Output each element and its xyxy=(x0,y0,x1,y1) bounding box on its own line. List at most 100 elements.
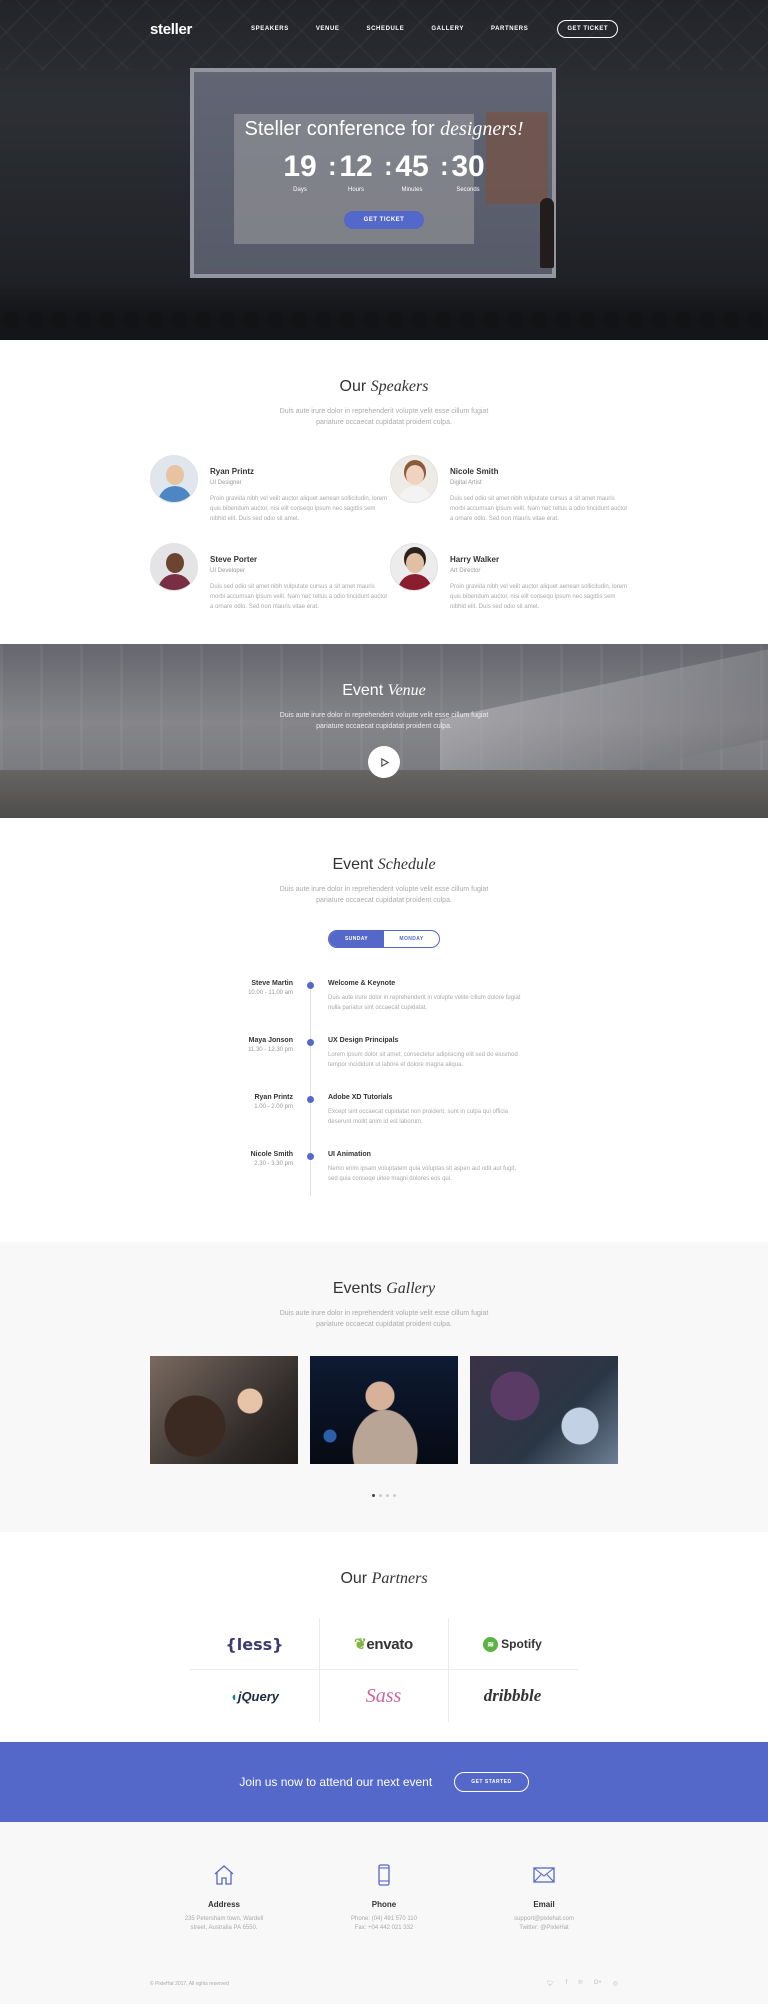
schedule-title-emphasis: Schedule xyxy=(377,856,436,873)
partner-logo-envato[interactable]: ❦envato xyxy=(319,1618,448,1670)
nav-get-ticket-button[interactable]: GET TICKET xyxy=(557,20,618,38)
countdown-minutes-label: Minutes xyxy=(401,187,423,193)
instagram-icon[interactable]: ◎ xyxy=(613,1980,618,1987)
footer-email: Email support@pixlehat.com Twitter: @Pixl… xyxy=(474,1860,614,1933)
hero-title: Steller conference for designers! xyxy=(0,118,768,141)
schedule-speaker: Ryan Printz 1.00 - 2.00 pm xyxy=(254,1094,293,1110)
pagination-dot[interactable] xyxy=(379,1494,382,1497)
nav-link-schedule[interactable]: SCHEDULE xyxy=(367,26,405,32)
schedule-session: UI Animation Nemo enim ipsam voluptatem … xyxy=(328,1151,523,1184)
envato-logo-text: envato xyxy=(366,1636,413,1653)
schedule-speaker: Steve Martin 10.00 - 11.00 am xyxy=(248,980,293,996)
cta-banner: Join us now to attend our next event GET… xyxy=(0,1742,768,1822)
footer-address-title: Address xyxy=(207,1900,240,1909)
pagination-dot[interactable] xyxy=(393,1494,396,1497)
avatar-body xyxy=(398,486,432,502)
nav-link-gallery[interactable]: GALLERY xyxy=(431,26,464,32)
schedule-desc-line1: Duis aute irure dolor in reprehenderit v… xyxy=(279,886,489,893)
tab-monday[interactable]: MONDAY xyxy=(384,931,439,947)
speaker-bio: Duis sed odio sit amet nibh vulputate cu… xyxy=(450,496,628,522)
twitter-icon[interactable]: 🐦︎ xyxy=(547,1980,555,1987)
schedule-title-text: Event xyxy=(332,856,378,873)
mail-icon xyxy=(529,1860,559,1890)
footer-phone-text: Phone: (04) 491 570 110 Fax: +04 442 021 … xyxy=(314,1915,454,1933)
jquery-logo: ◖jQuery xyxy=(230,1689,279,1704)
schedule-session: Adobe XD Tutorials Except sint occaecat … xyxy=(328,1094,523,1127)
nav-link-venue[interactable]: VENUE xyxy=(316,26,340,32)
speaker-card[interactable]: Steve Porter UI Developer Duis sed odio … xyxy=(150,543,390,612)
gallery-title: Events Gallery xyxy=(0,1280,768,1298)
play-video-button[interactable] xyxy=(368,746,400,778)
speaker-bio: Duis sed odio sit amet nibh vulputate cu… xyxy=(210,584,388,610)
avatar-head xyxy=(166,553,184,573)
speaker-bio: Proin gravida nibh vel velit auctor aliq… xyxy=(210,496,388,522)
schedule-speaker-name: Steve Martin xyxy=(251,980,293,987)
schedule-session-text: Nemo enim ipsam voluptatem quia voluptas… xyxy=(328,1166,517,1182)
timeline-dot xyxy=(307,1153,314,1160)
cta-text: Join us now to attend our next event xyxy=(239,1775,433,1789)
schedule-item: Maya Jonson 11.30 - 12.30 pm UX Design P… xyxy=(0,1037,768,1087)
envato-leaf-icon: ❦ xyxy=(354,1636,367,1653)
schedule-desc-line2: pariature occaecat cupidatat proident cu… xyxy=(316,897,452,904)
partner-logo-dribbble[interactable]: dribbble xyxy=(448,1670,577,1722)
gallery-pagination xyxy=(0,1494,768,1497)
partners-section: Our Partners {less} ❦envato ≋ Spotify ◖jQ… xyxy=(0,1532,768,1742)
avatar-head xyxy=(406,553,424,573)
nav-link-partners[interactable]: PARTNERS xyxy=(491,26,528,32)
phone-icon xyxy=(369,1860,399,1890)
nav-links: SPEAKERS VENUE SCHEDULE GALLERY PARTNERS… xyxy=(251,20,618,38)
schedule-speaker-name: Maya Jonson xyxy=(248,1037,293,1044)
pagination-dot[interactable] xyxy=(386,1494,389,1497)
countdown-days-label: Days xyxy=(293,187,307,193)
venue-title: Event Venue xyxy=(0,682,768,700)
footer-phone-title: Phone xyxy=(371,1900,397,1909)
timeline-dot xyxy=(307,1039,314,1046)
pinterest-icon[interactable]: ℗ xyxy=(578,1980,582,1987)
gallery-image[interactable] xyxy=(150,1356,298,1464)
facebook-icon[interactable]: f xyxy=(565,1980,567,1987)
speaker-card[interactable]: Ryan Printz UI Designer Proin gravida ni… xyxy=(150,455,390,524)
speaker-role: UI Developer xyxy=(210,568,246,574)
envato-logo: ❦envato xyxy=(354,1635,413,1653)
partner-logo-less[interactable]: {less} xyxy=(190,1618,319,1670)
speaker-card[interactable]: Harry Walker Art Director Proin gravida … xyxy=(390,543,630,612)
schedule-time: 1.00 - 2.00 pm xyxy=(254,1104,293,1110)
venue-section: Event Venue Duis aute irure dolor in rep… xyxy=(0,644,768,818)
speakers-desc-line2: pariature occaecat cupidatat proident cu… xyxy=(316,419,452,426)
avatar xyxy=(390,455,438,503)
partner-logo-spotify[interactable]: ≋ Spotify xyxy=(448,1618,577,1670)
partners-title-emphasis: Partners xyxy=(371,1570,428,1587)
speakers-desc-line1: Duis aute irure dolor in reprehenderit v… xyxy=(279,408,489,415)
avatar xyxy=(150,455,198,503)
pagination-dot[interactable] xyxy=(372,1494,375,1497)
hero-title-text: Steller conference for xyxy=(244,118,441,140)
schedule-time: 10.00 - 11.00 am xyxy=(248,990,293,996)
tab-sunday[interactable]: SUNDAY xyxy=(329,931,384,947)
schedule-time: 2.30 - 3.30 pm xyxy=(254,1161,293,1167)
spotify-logo: ≋ Spotify xyxy=(483,1636,542,1652)
phone-line[interactable]: Phone: (04) 491 570 110 xyxy=(351,1916,417,1922)
schedule-time: 11.30 - 12.30 pm xyxy=(248,1047,293,1053)
schedule-item: Ryan Printz 1.00 - 2.00 pm Adobe XD Tuto… xyxy=(0,1094,768,1144)
partners-title-text: Our xyxy=(340,1570,372,1587)
hero-get-ticket-button[interactable]: GET TICKET xyxy=(343,211,425,229)
site-logo[interactable]: steller xyxy=(150,21,192,38)
home-icon xyxy=(209,1860,239,1890)
twitter-handle[interactable]: Twitter: @PixleHat xyxy=(519,1925,568,1931)
jquery-logo-text: jQuery xyxy=(237,1688,280,1704)
speakers-description: Duis aute irure dolor in reprehenderit v… xyxy=(0,406,768,428)
gallery-image[interactable] xyxy=(310,1356,458,1464)
get-started-button[interactable]: GET STARTED xyxy=(454,1772,529,1792)
partner-logo-sass[interactable]: Sass xyxy=(319,1670,448,1722)
schedule-section: Event Schedule Duis aute irure dolor in … xyxy=(0,818,768,1242)
play-icon xyxy=(380,757,389,767)
nav-link-speakers[interactable]: SPEAKERS xyxy=(251,26,289,32)
speaker-card[interactable]: Nicole Smith Digital Artist Duis sed odi… xyxy=(390,455,630,524)
schedule-session-title: UI Animation xyxy=(328,1151,371,1158)
schedule-session-text: Lorem ipsum dolor sit amet, consectetur … xyxy=(328,1052,518,1068)
google-plus-icon[interactable]: G+ xyxy=(594,1980,602,1987)
address-line1: 235 Petersham town, Wardell xyxy=(184,1916,264,1922)
partner-logo-jquery[interactable]: ◖jQuery xyxy=(190,1670,319,1722)
email-link[interactable]: support@pixlehat.com xyxy=(514,1916,574,1922)
gallery-image[interactable] xyxy=(470,1356,618,1464)
